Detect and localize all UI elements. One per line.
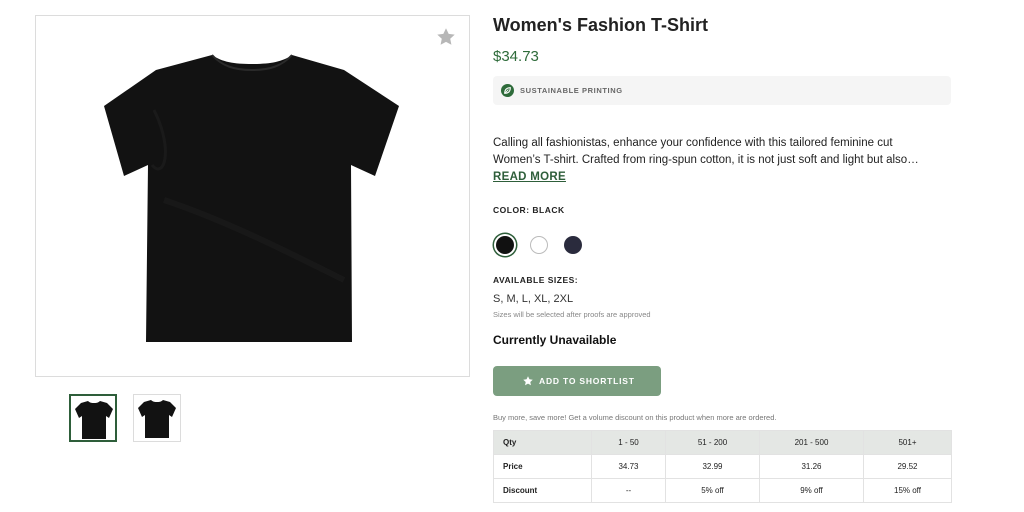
table-row: Discount -- 5% off 9% off 15% off	[493, 478, 952, 503]
availability-status: Currently Unavailable	[493, 333, 617, 347]
leaf-icon	[501, 84, 514, 97]
description-line: Calling all fashionistas, enhance your c…	[493, 137, 893, 149]
color-swatch-white[interactable]	[530, 236, 548, 254]
star-icon	[523, 376, 533, 386]
table-header-cell: 201 - 500	[759, 430, 864, 455]
description-line: Women’s T-shirt. Crafted from ring-spun …	[493, 154, 919, 166]
table-cell: 32.99	[665, 454, 760, 479]
table-header-cell: Qty	[493, 430, 592, 455]
tshirt-image	[104, 54, 399, 342]
product-title: Women's Fashion T-Shirt	[493, 15, 708, 35]
add-to-shortlist-button[interactable]: ADD TO SHORTLIST	[493, 366, 661, 396]
tshirt-thumbnail-image	[75, 401, 113, 439]
table-cell: Discount	[493, 478, 592, 503]
favorite-star-icon[interactable]	[435, 26, 457, 48]
thumbnail-front[interactable]	[69, 394, 117, 442]
tshirt-thumbnail-image	[138, 400, 176, 438]
table-cell: 15% off	[863, 478, 952, 503]
table-header-cell: 501+	[863, 430, 952, 455]
color-label: COLOR: BLACK	[493, 205, 565, 215]
volume-discount-table: Qty 1 - 50 51 - 200 201 - 500 501+ Price…	[493, 430, 952, 503]
table-cell: --	[591, 478, 666, 503]
table-cell: 29.52	[863, 454, 952, 479]
volume-discount-note: Buy more, save more! Get a volume discou…	[493, 413, 777, 422]
color-swatch-navy[interactable]	[564, 236, 582, 254]
sizes-label: AVAILABLE SIZES:	[493, 275, 579, 285]
sizes-value: S, M, L, XL, 2XL	[493, 293, 574, 305]
table-header-cell: 51 - 200	[665, 430, 760, 455]
color-label-prefix: COLOR:	[493, 205, 530, 215]
table-row: Price 34.73 32.99 31.26 29.52	[493, 454, 952, 479]
shortlist-button-label: ADD TO SHORTLIST	[539, 376, 635, 386]
thumbnail-alt[interactable]	[133, 394, 181, 442]
table-cell: 34.73	[591, 454, 666, 479]
selected-color: BLACK	[532, 205, 565, 215]
table-cell: 31.26	[759, 454, 864, 479]
table-cell: Price	[493, 454, 592, 479]
main-product-image[interactable]	[35, 15, 470, 377]
table-header-row: Qty 1 - 50 51 - 200 201 - 500 501+	[493, 430, 952, 455]
table-header-cell: 1 - 50	[591, 430, 666, 455]
color-swatch-black[interactable]	[496, 236, 514, 254]
table-cell: 9% off	[759, 478, 864, 503]
table-cell: 5% off	[665, 478, 760, 503]
sustainable-badge: SUSTAINABLE PRINTING	[493, 76, 951, 105]
sizes-note: Sizes will be selected after proofs are …	[493, 310, 651, 319]
product-description: Calling all fashionistas, enhance your c…	[493, 135, 951, 169]
product-price: $34.73	[493, 48, 539, 65]
read-more-link[interactable]: READ MORE	[493, 171, 566, 183]
badge-label: SUSTAINABLE PRINTING	[520, 86, 623, 95]
